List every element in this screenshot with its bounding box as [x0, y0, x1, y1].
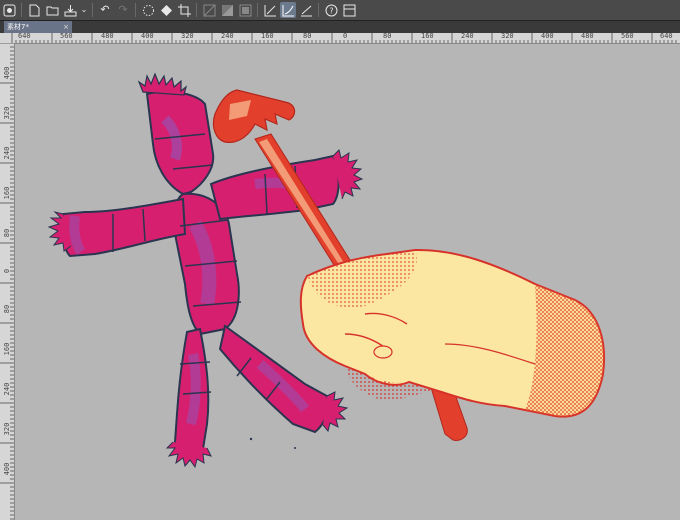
svg-text:?: ?	[329, 6, 333, 15]
ruler-label: 0	[343, 32, 348, 40]
ruler-label: 240	[461, 32, 474, 40]
ruler-label: 160	[3, 342, 11, 356]
document-tab-title: 素材7*	[7, 23, 29, 31]
mask-icon[interactable]	[237, 2, 253, 18]
ruler-label: 400	[3, 462, 11, 476]
ruler-label: 240	[221, 32, 234, 40]
ruler-label: 480	[101, 32, 114, 40]
fill-icon[interactable]	[158, 2, 174, 18]
hand	[299, 248, 606, 418]
ruler-label: 160	[261, 32, 274, 40]
ruler-label: 80	[303, 32, 312, 40]
pen-settings-active-icon[interactable]	[280, 2, 296, 18]
ruler-label: 480	[581, 32, 594, 40]
loading-icon[interactable]	[140, 2, 156, 18]
undo-icon[interactable]: ↶	[97, 2, 113, 18]
navigator-icon[interactable]	[1, 2, 17, 18]
drawing-canvas[interactable]	[15, 44, 680, 520]
ruler-label: 560	[60, 32, 73, 40]
ruler-label: 400	[541, 32, 554, 40]
vertical-ruler: 400 320 240 160 80 0 80 160 240 320 400	[0, 43, 15, 520]
toolbar-separator	[92, 3, 93, 17]
ruler-label: 160	[421, 32, 434, 40]
ruler-label: 80	[383, 32, 392, 40]
help-icon[interactable]: ?	[323, 2, 339, 18]
ruler-label: 80	[3, 304, 11, 314]
layout-icon[interactable]	[341, 2, 357, 18]
voodoo-doll	[47, 72, 364, 469]
artwork	[47, 72, 606, 469]
ruler-label: 240	[3, 146, 11, 160]
toolbar-separator	[135, 3, 136, 17]
new-file-icon[interactable]	[26, 2, 42, 18]
ruler-label: 320	[3, 422, 11, 436]
dropdown-icon[interactable]: ⌄	[80, 2, 88, 18]
redo-icon[interactable]: ↷	[115, 2, 131, 18]
ruler-label: 160	[3, 186, 11, 200]
ruler-label: 560	[621, 32, 634, 40]
ruler-label: 640	[18, 32, 31, 40]
save-icon[interactable]	[62, 2, 78, 18]
slice-icon[interactable]	[201, 2, 217, 18]
horizontal-ruler: 640 560 480 400 320 240 160 80 0 80 160 …	[0, 32, 680, 44]
ruler-label: 640	[660, 32, 673, 40]
open-folder-icon[interactable]	[44, 2, 60, 18]
ruler-label: 0	[3, 268, 11, 274]
toolbar-separator	[196, 3, 197, 17]
ruler-label: 240	[3, 382, 11, 396]
ruler-label: 400	[3, 66, 11, 80]
ruler-label: 320	[501, 32, 514, 40]
pen-settings-icon[interactable]	[262, 2, 278, 18]
color-icon[interactable]	[219, 2, 235, 18]
crop-icon[interactable]	[176, 2, 192, 18]
toolbar-separator	[257, 3, 258, 17]
ruler-label: 400	[141, 32, 154, 40]
pen-curve-icon[interactable]	[298, 2, 314, 18]
ruler-label: 320	[3, 106, 11, 120]
ruler-label: 80	[3, 228, 11, 238]
toolbar-separator	[21, 3, 22, 17]
ruler-label: 320	[181, 32, 194, 40]
main-toolbar: ⌄ ↶ ↷ ?	[0, 0, 680, 21]
toolbar-separator	[318, 3, 319, 17]
